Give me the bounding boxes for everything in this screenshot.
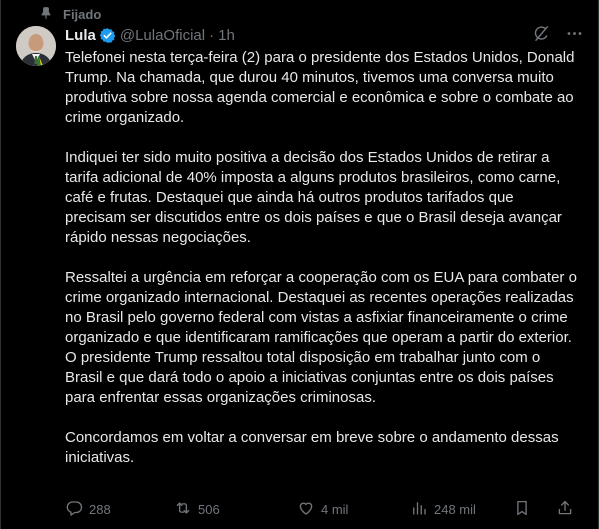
timestamp[interactable]: 1h — [218, 27, 235, 44]
verified-badge-icon — [99, 27, 116, 43]
reply-count: 288 — [89, 501, 111, 517]
top-actions — [532, 24, 584, 43]
tweet-header: Lula @LulaOficial · 1h — [65, 26, 235, 44]
action-bar: 288 506 4 mil 248 mil — [65, 499, 586, 519]
heart-icon — [297, 499, 315, 520]
repost-button[interactable]: 506 — [174, 499, 220, 520]
share-icon — [556, 499, 574, 520]
repost-count: 506 — [198, 501, 220, 517]
like-button[interactable]: 4 mil — [297, 499, 348, 520]
views-button[interactable]: 248 mil — [410, 499, 476, 520]
tweet-paragraph: Concordamos em voltar a conversar em bre… — [65, 429, 559, 466]
avatar[interactable] — [16, 26, 56, 66]
author-handle[interactable]: @LulaOficial — [120, 27, 205, 44]
tweet-paragraph: Ressaltei a urgência em reforçar a coope… — [65, 269, 577, 406]
bookmark-icon — [513, 499, 531, 520]
more-icon[interactable] — [565, 24, 584, 43]
pinned-label: Fijado — [63, 6, 102, 22]
views-icon — [410, 499, 428, 520]
separator-dot: · — [209, 26, 215, 44]
tweet-paragraph: Telefonei nesta terça-feira (2) para o p… — [65, 49, 575, 126]
views-count: 248 mil — [434, 501, 476, 517]
pin-icon — [39, 6, 53, 23]
author-name[interactable]: Lula — [65, 27, 96, 44]
tweet-paragraph: Indiquei ter sido muito positiva a decis… — [65, 149, 562, 246]
tweet-text: Telefonei nesta terça-feira (2) para o p… — [65, 48, 577, 488]
like-count: 4 mil — [321, 501, 349, 517]
reply-button[interactable]: 288 — [65, 499, 111, 520]
reply-icon — [65, 499, 83, 520]
repost-icon — [174, 499, 192, 520]
bookmark-button[interactable] — [513, 499, 531, 520]
pinned-indicator: Fijado — [39, 6, 101, 22]
share-button[interactable] — [556, 499, 574, 520]
grok-icon[interactable] — [532, 24, 551, 43]
tweet[interactable]: Fijado Lula @LulaOficial · 1h Telefonei … — [0, 0, 599, 529]
